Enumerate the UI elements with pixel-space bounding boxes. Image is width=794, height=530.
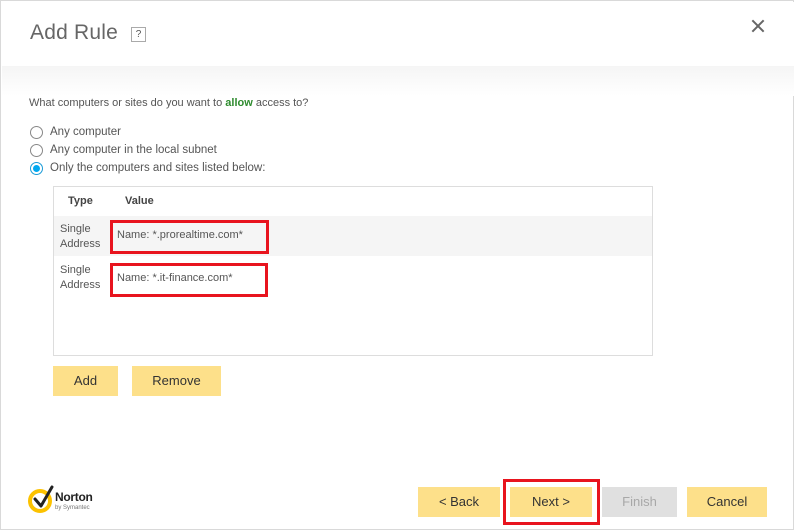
radio-icon[interactable] [30, 143, 43, 157]
radio-listed-sites[interactable]: Only the computers and sites listed belo… [30, 160, 265, 176]
cancel-button[interactable]: Cancel [687, 487, 767, 517]
table-row[interactable]: Single Address Name: *.prorealtime.com* [54, 216, 652, 256]
radio-label: Any computer [50, 126, 121, 138]
allow-keyword: allow [225, 97, 253, 109]
column-header-type: Type [68, 195, 93, 207]
next-button[interactable]: Next > [510, 487, 592, 517]
back-button[interactable]: < Back [418, 487, 500, 517]
checkmark-icon [33, 485, 54, 508]
cell-value: Name: *.prorealtime.com* [117, 229, 243, 241]
radio-selected-icon[interactable] [30, 161, 43, 175]
cell-value: Name: *.it-finance.com* [117, 272, 233, 284]
brand-sub: by Symantec [55, 505, 90, 511]
column-header-value: Value [125, 195, 154, 207]
help-button[interactable]: ? [131, 27, 146, 42]
norton-logo: Norton by Symantec [28, 485, 118, 517]
header-divider [2, 66, 794, 96]
radio-label: Only the computers and sites listed belo… [50, 162, 266, 174]
radio-icon[interactable] [30, 125, 43, 139]
brand-name: Norton [55, 490, 93, 504]
radio-local-subnet[interactable]: Any computer in the local subnet [30, 142, 217, 158]
finish-button: Finish [602, 487, 677, 517]
dialog-title: Add Rule [30, 21, 118, 44]
cell-type: Single Address [60, 223, 101, 250]
add-button[interactable]: Add [53, 366, 118, 396]
radio-any-computer[interactable]: Any computer [30, 124, 121, 140]
cell-type: Single Address [60, 264, 101, 291]
remove-button[interactable]: Remove [132, 366, 221, 396]
close-icon[interactable] [747, 15, 769, 37]
question-text: What computers or sites do you want to a… [29, 97, 309, 109]
dialog-header: Add Rule ? [2, 2, 794, 66]
add-rule-dialog: Add Rule ? What computers or sites do yo… [0, 0, 794, 530]
table-row[interactable]: Single Address Name: *.it-finance.com* [54, 257, 652, 297]
address-table: Type Value Single Address Name: *.prorea… [53, 186, 653, 356]
radio-label: Any computer in the local subnet [50, 144, 217, 156]
